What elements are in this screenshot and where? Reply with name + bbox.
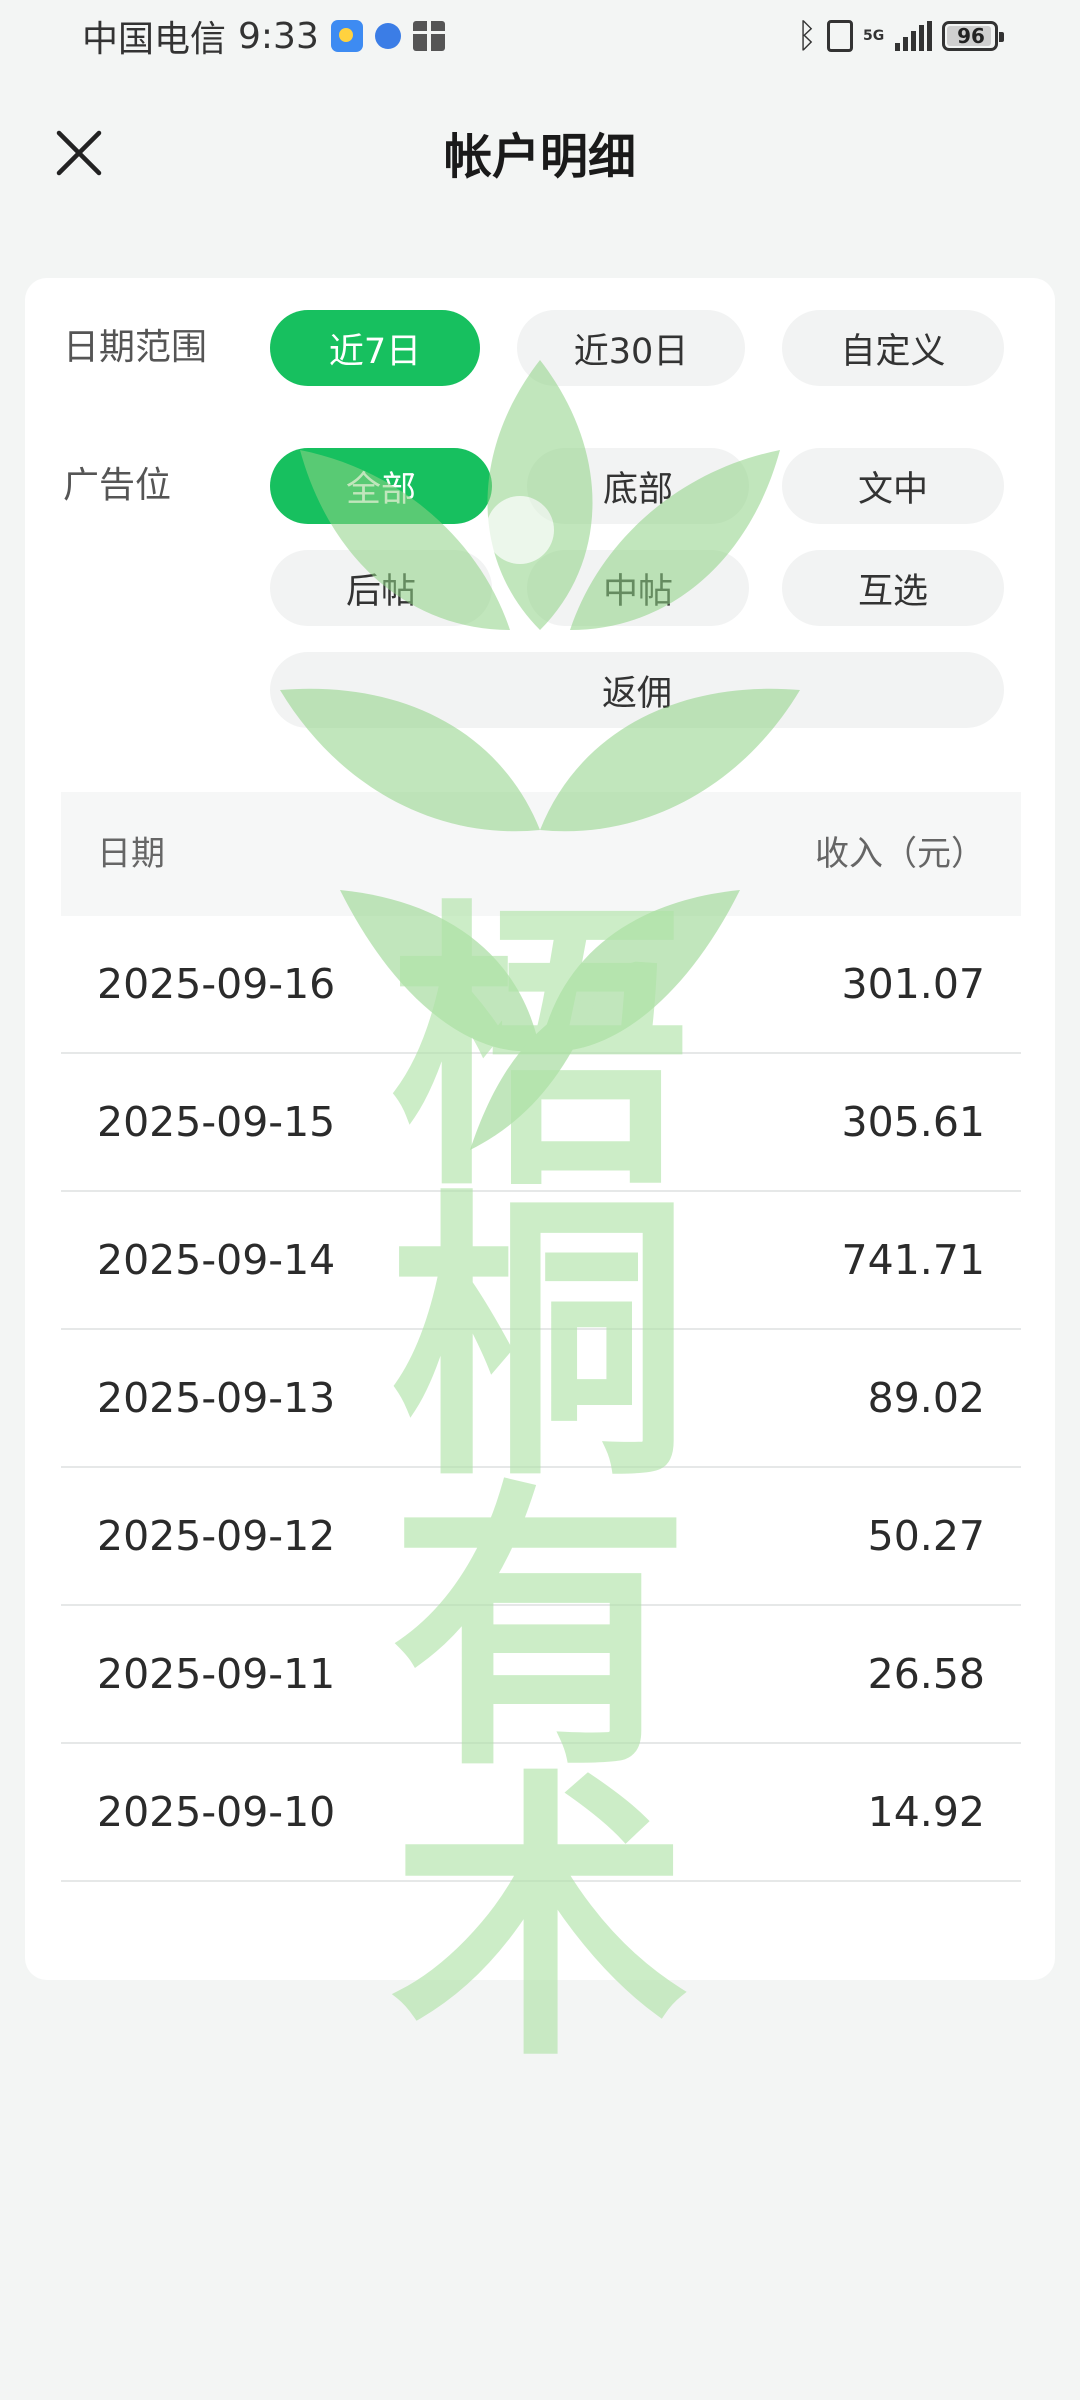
row-date: 2025-09-15 [97, 1098, 336, 1146]
date-range-label: 日期范围 [63, 327, 208, 368]
table-row: 2025-09-12 50.27 [61, 1468, 1021, 1606]
ad-slot-option-commission[interactable]: 返佣 [270, 652, 1004, 728]
row-income: 89.02 [867, 1374, 985, 1422]
date-range-option-7d[interactable]: 近7日 [270, 310, 480, 386]
table-row: 2025-09-15 305.61 [61, 1054, 1021, 1192]
row-income: 305.61 [841, 1098, 985, 1146]
close-button[interactable] [48, 122, 110, 184]
table-row: 2025-09-10 14.92 [61, 1744, 1021, 1882]
table-row: 2025-09-13 89.02 [61, 1330, 1021, 1468]
ad-slot-label: 广告位 [63, 465, 172, 506]
weather-app-icon [330, 20, 363, 52]
status-left: 中国电信 9:33 [82, 10, 445, 62]
gift-app-icon [412, 21, 445, 51]
row-income: 741.71 [841, 1236, 985, 1284]
row-date: 2025-09-14 [97, 1236, 336, 1284]
vibrate-icon [827, 20, 853, 52]
status-bar: 中国电信 9:33 ᛒ 5G 96 [0, 0, 1080, 72]
row-date: 2025-09-11 [97, 1650, 336, 1698]
column-header-date: 日期 [97, 834, 165, 874]
row-date: 2025-09-16 [97, 960, 336, 1008]
ad-slot-option-mutual-select[interactable]: 互选 [782, 550, 1004, 626]
bluetooth-icon: ᛒ [796, 16, 817, 56]
ad-slot-option-mid-post[interactable]: 中帖 [527, 550, 749, 626]
ad-slot-option-after-post[interactable]: 后帖 [270, 550, 492, 626]
battery-icon: 96 [942, 21, 1004, 51]
row-income: 50.27 [867, 1512, 985, 1560]
screen: 中国电信 9:33 ᛒ 5G 96 帐户明细 日期范围 近7日 近30日 自定义… [0, 0, 1080, 2400]
ad-slot-option-all[interactable]: 全部 [270, 448, 492, 524]
close-icon [56, 130, 102, 176]
date-range-option-custom[interactable]: 自定义 [782, 310, 1004, 386]
page-title: 帐户明细 [443, 129, 636, 185]
account-detail-card: 日期范围 近7日 近30日 自定义 广告位 全部 底部 文中 后帖 中帖 互选 … [25, 278, 1055, 1980]
row-income: 14.92 [867, 1788, 985, 1836]
column-header-income: 收入（元） [815, 834, 985, 874]
carrier-label: 中国电信 [82, 19, 227, 60]
table-body: 2025-09-16 301.07 2025-09-15 305.61 2025-0… [61, 916, 1021, 1882]
table-header: 日期 收入（元） [61, 792, 1021, 916]
status-right: ᛒ 5G 96 [796, 12, 1004, 60]
ad-slot-option-bottom[interactable]: 底部 [527, 448, 749, 524]
signal-icon [895, 21, 932, 51]
row-date: 2025-09-12 [97, 1512, 336, 1560]
date-range-option-30d[interactable]: 近30日 [517, 310, 745, 386]
network-type-label: 5G [863, 28, 885, 44]
globe-app-icon [374, 23, 401, 49]
table-row: 2025-09-16 301.07 [61, 916, 1021, 1054]
table-row: 2025-09-11 26.58 [61, 1606, 1021, 1744]
row-date: 2025-09-13 [97, 1374, 336, 1422]
row-date: 2025-09-10 [97, 1788, 336, 1836]
ad-slot-option-in-article[interactable]: 文中 [782, 448, 1004, 524]
row-income: 301.07 [841, 960, 985, 1008]
clock: 9:33 [238, 15, 319, 57]
row-income: 26.58 [867, 1650, 985, 1698]
battery-level-text: 96 [957, 24, 985, 48]
table-row: 2025-09-14 741.71 [61, 1192, 1021, 1330]
